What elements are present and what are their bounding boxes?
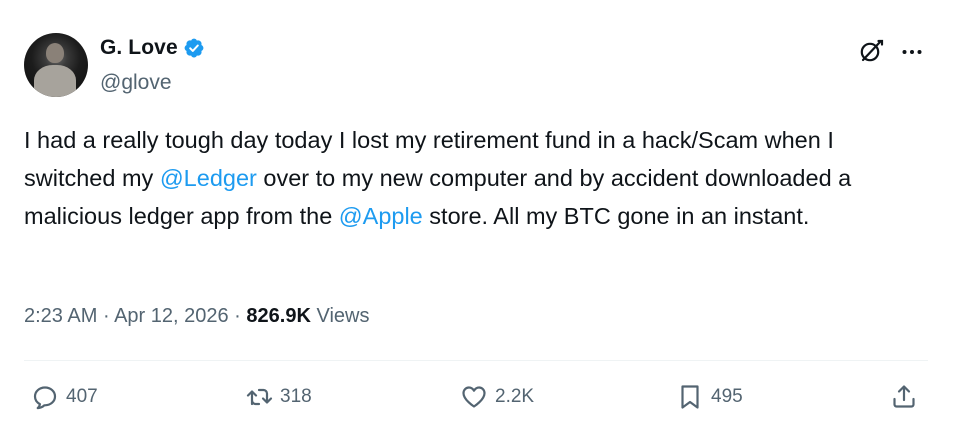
repost-icon bbox=[246, 388, 273, 406]
avatar-figure-head bbox=[46, 43, 64, 63]
meta-separator: · bbox=[234, 305, 241, 327]
share-button[interactable] bbox=[890, 383, 918, 411]
like-button[interactable]: 2.2K bbox=[460, 383, 534, 411]
reply-count: 407 bbox=[66, 386, 98, 407]
grok-icon[interactable] bbox=[858, 38, 884, 64]
avatar[interactable] bbox=[24, 33, 88, 97]
tweet-text-segment: store. All my BTC gone in an instant. bbox=[422, 203, 810, 229]
like-count: 2.2K bbox=[495, 386, 535, 407]
author-display-name[interactable]: G. Love bbox=[100, 36, 178, 60]
tweet-date[interactable]: Apr 12, 2026 bbox=[114, 305, 229, 327]
tweet-text: I had a really tough day today I lost my… bbox=[24, 121, 924, 235]
views-count[interactable]: 826.9K bbox=[246, 305, 311, 327]
views-label[interactable]: Views bbox=[316, 305, 369, 327]
reply-icon bbox=[33, 386, 57, 410]
more-icon[interactable] bbox=[898, 38, 926, 66]
share-icon bbox=[893, 385, 915, 408]
reply-button[interactable]: 407 bbox=[31, 383, 98, 411]
mention-link-apple[interactable]: @Apple bbox=[339, 203, 423, 229]
mention-link-ledger[interactable]: @Ledger bbox=[160, 165, 257, 191]
bookmark-button[interactable]: 495 bbox=[676, 383, 743, 411]
tweet-metadata: 2:23 AM · Apr 12, 2026 · 826.9K Views bbox=[24, 305, 369, 328]
verified-badge-icon[interactable] bbox=[183, 37, 205, 59]
heart-icon bbox=[462, 386, 486, 408]
bookmark-icon bbox=[681, 385, 699, 409]
author-handle[interactable]: @glove bbox=[100, 71, 172, 95]
tweet-time[interactable]: 2:23 AM bbox=[24, 305, 97, 327]
author-name-row: G. Love bbox=[100, 36, 205, 60]
repost-count: 318 bbox=[280, 386, 312, 407]
repost-button[interactable]: 318 bbox=[245, 383, 312, 411]
bookmark-count: 495 bbox=[711, 386, 743, 407]
meta-separator: · bbox=[102, 305, 110, 327]
avatar-figure-body bbox=[34, 65, 76, 97]
divider bbox=[24, 360, 928, 361]
